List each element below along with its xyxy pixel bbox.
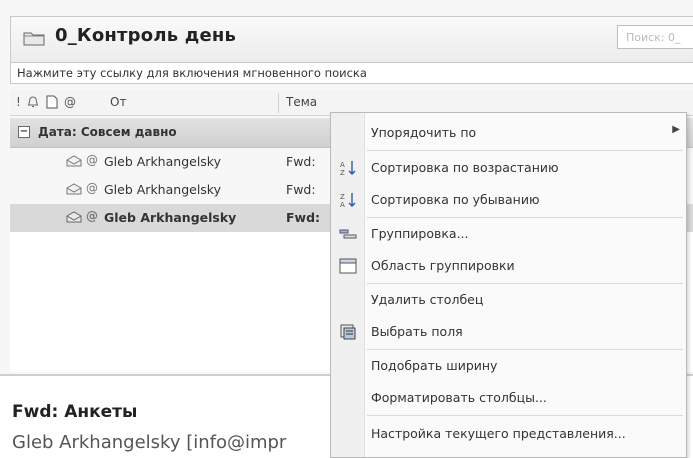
svg-text:A: A [340,201,345,209]
menu-item-best-fit[interactable]: Подобрать ширину [331,351,688,381]
menu-item-customize-current-view[interactable]: Настройка текущего представления... [331,419,688,449]
reading-subject: Fwd: Анкеты [12,402,138,422]
menu-item-label: Сортировка по возрастанию [371,160,559,175]
message-from: Gleb Arkhangelsky [104,154,221,169]
menu-item-group-by[interactable]: Группировка... [331,219,688,249]
menu-separator [367,349,683,350]
group-area-icon [339,258,357,274]
menu-item-format-columns[interactable]: Форматировать столбцы... [331,383,688,413]
search-input[interactable]: Поиск: 0_ [617,25,693,49]
field-chooser-icon [340,324,356,340]
importance-icon[interactable]: ! [16,95,21,109]
menu-item-arrange-by[interactable]: Упорядочить по ▶ [331,118,688,148]
envelope-open-icon [66,211,82,223]
menu-item-remove-column[interactable]: Удалить столбец [331,285,688,315]
group-by-icon [339,229,357,239]
menu-item-label: Сортировка по убыванию [371,192,540,207]
column-from[interactable]: От [110,95,126,109]
outlook-window: 0_Контроль день Поиск: 0_ Нажмите эту сс… [0,0,693,458]
document-icon[interactable] [46,95,58,109]
menu-item-label: Форматировать столбцы... [371,390,547,405]
menu-separator [367,150,683,151]
menu-item-label: Область группировки [371,258,515,273]
submenu-arrow-icon: ▶ [672,124,680,135]
instant-search-link[interactable]: Нажмите эту ссылку для включения мгновен… [10,62,693,84]
collapse-toggle-icon[interactable]: − [18,126,30,138]
menu-separator [367,415,683,416]
attachment-icon: @ [86,209,98,223]
menu-item-group-area[interactable]: Область группировки [331,251,688,281]
reading-sender[interactable]: Gleb Arkhangelsky [info@impr [12,432,286,453]
envelope-open-icon [66,155,82,167]
menu-item-field-chooser[interactable]: Выбрать поля [331,317,688,347]
menu-item-sort-descending[interactable]: Z A Сортировка по убыванию [331,185,688,215]
envelope-open-icon [66,183,82,195]
folder-header: 0_Контроль день Поиск: 0_ [10,16,693,62]
attachment-icon: @ [86,153,98,167]
folder-icon [23,32,45,46]
attachment-icon[interactable]: @ [64,95,76,109]
sort-ascending-icon: A Z [340,161,356,177]
attachment-icon: @ [86,181,98,195]
reminder-bell-icon[interactable] [26,95,40,109]
message-subject: Fwd: [286,210,321,225]
message-from: Gleb Arkhangelsky [104,210,237,225]
group-label: Дата: Совсем давно [38,125,177,139]
column-subject[interactable]: Тема [286,95,317,109]
menu-item-label: Выбрать поля [371,324,463,339]
menu-separator [367,217,683,218]
message-subject: Fwd: [286,154,316,169]
message-subject: Fwd: [286,182,316,197]
menu-item-label: Подобрать ширину [371,358,498,373]
sort-descending-icon: Z A [340,193,356,209]
column-context-menu: Упорядочить по ▶ A Z Сортировка по возра… [330,112,687,458]
folder-title: 0_Контроль день [55,25,237,46]
column-divider[interactable] [278,93,279,113]
menu-item-label: Группировка... [371,226,469,241]
message-from: Gleb Arkhangelsky [104,182,221,197]
menu-item-label: Упорядочить по [371,125,477,140]
menu-separator [367,283,683,284]
menu-item-sort-ascending[interactable]: A Z Сортировка по возрастанию [331,153,688,183]
menu-item-label: Настройка текущего представления... [371,426,626,441]
svg-text:Z: Z [340,169,345,177]
svg-text:Z: Z [340,193,345,201]
menu-item-label: Удалить столбец [371,292,484,307]
svg-text:A: A [340,161,345,169]
